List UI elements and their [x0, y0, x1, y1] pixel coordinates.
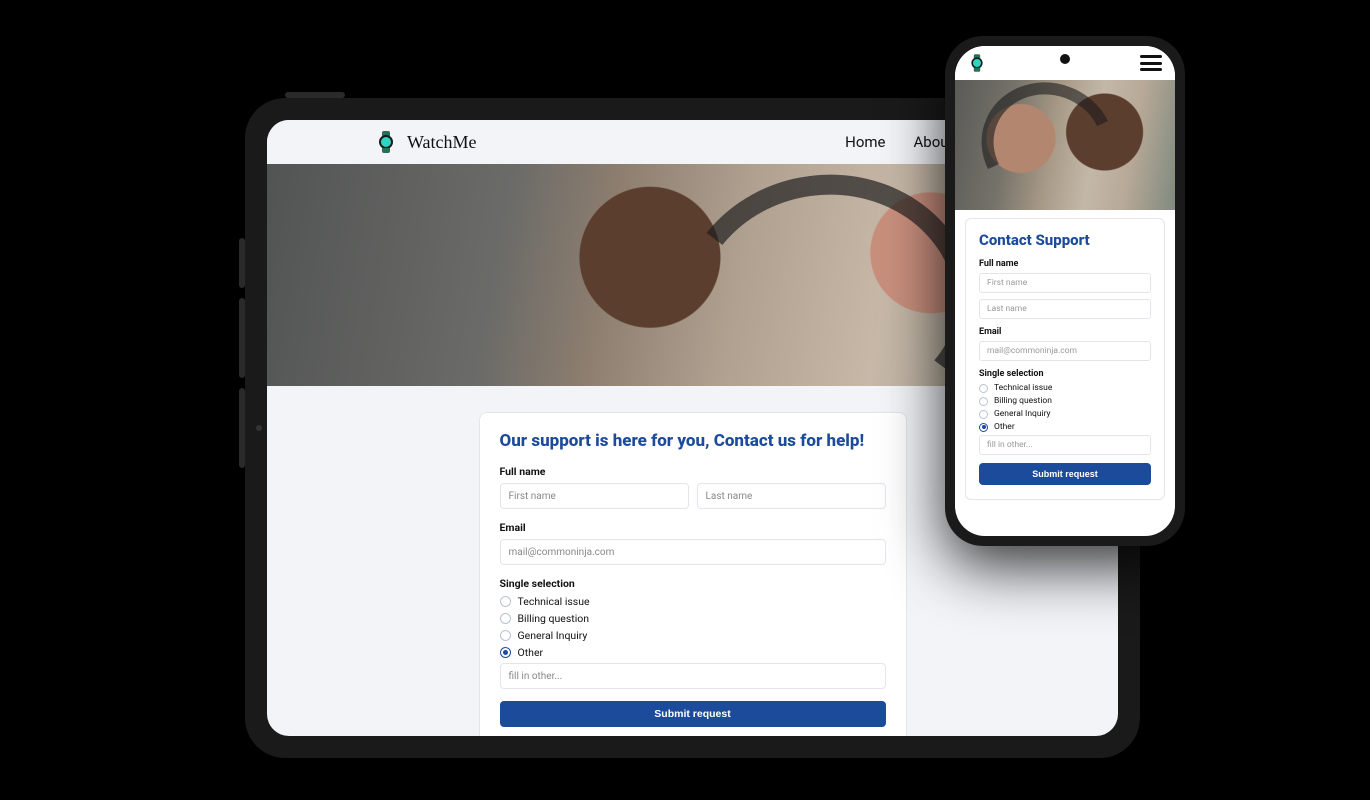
radio-icon	[500, 647, 511, 658]
option-label: Technical issue	[518, 595, 590, 608]
email-group: Email mail@commoninja.com	[500, 521, 886, 565]
email-label: Email	[500, 521, 886, 534]
full-name-group: Full name First name Last name	[979, 259, 1151, 319]
full-name-label: Full name	[500, 465, 886, 478]
tablet-volume-down	[239, 388, 245, 468]
other-input[interactable]: fill in other...	[500, 663, 886, 689]
tablet-power-button	[285, 92, 345, 98]
option-label: General Inquiry	[994, 409, 1051, 419]
option-label: General Inquiry	[518, 629, 588, 642]
option-label: Billing question	[994, 396, 1052, 406]
option-billing[interactable]: Billing question	[979, 396, 1151, 406]
submit-button[interactable]: Submit request	[979, 463, 1151, 485]
single-selection-label: Single selection	[979, 369, 1151, 379]
option-technical[interactable]: Technical issue	[500, 595, 886, 608]
option-other[interactable]: Other	[979, 422, 1151, 432]
contact-form-card: Our support is here for you, Contact us …	[479, 412, 907, 736]
form-heading: Our support is here for you, Contact us …	[500, 431, 886, 451]
option-technical[interactable]: Technical issue	[979, 383, 1151, 393]
option-other[interactable]: Other	[500, 646, 886, 659]
radio-icon	[500, 596, 511, 607]
email-input[interactable]: mail@commoninja.com	[979, 341, 1151, 361]
watch-icon	[377, 131, 395, 153]
option-label: Other	[518, 646, 544, 659]
option-general[interactable]: General Inquiry	[979, 409, 1151, 419]
radio-icon	[979, 423, 988, 432]
first-name-input[interactable]: First name	[979, 273, 1151, 293]
submit-button[interactable]: Submit request	[500, 701, 886, 727]
radio-icon	[979, 410, 988, 419]
radio-icon	[500, 630, 511, 641]
other-input[interactable]: fill in other...	[979, 435, 1151, 455]
hamburger-menu-icon[interactable]	[1140, 55, 1162, 71]
hero-image	[955, 80, 1175, 210]
brand-logo[interactable]: WatchMe	[377, 131, 477, 153]
single-selection-group: Single selection Technical issue Billing…	[979, 369, 1151, 455]
phone-screen: Contact Support Full name First name Las…	[955, 46, 1175, 536]
last-name-input[interactable]: Last name	[697, 483, 886, 509]
contact-form-card: Contact Support Full name First name Las…	[965, 218, 1165, 500]
email-input[interactable]: mail@commoninja.com	[500, 539, 886, 565]
phone-camera	[1060, 54, 1070, 64]
full-name-label: Full name	[979, 259, 1151, 269]
tablet-side-button	[239, 238, 245, 288]
email-group: Email mail@commoninja.com	[979, 327, 1151, 361]
radio-icon	[979, 397, 988, 406]
first-name-input[interactable]: First name	[500, 483, 689, 509]
radio-icon	[979, 384, 988, 393]
option-label: Technical issue	[994, 383, 1052, 393]
radio-icon	[500, 613, 511, 624]
nav-home[interactable]: Home	[845, 133, 885, 151]
watch-icon[interactable]	[970, 54, 984, 72]
option-label: Other	[994, 422, 1015, 432]
tablet-volume-up	[239, 298, 245, 378]
phone-frame: Contact Support Full name First name Las…	[945, 36, 1185, 546]
option-billing[interactable]: Billing question	[500, 612, 886, 625]
single-selection-label: Single selection	[500, 577, 886, 590]
full-name-group: Full name First name Last name	[500, 465, 886, 509]
last-name-input[interactable]: Last name	[979, 299, 1151, 319]
option-label: Billing question	[518, 612, 590, 625]
form-heading: Contact Support	[979, 231, 1151, 249]
tablet-camera	[256, 425, 262, 431]
single-selection-group: Single selection Technical issue Billing…	[500, 577, 886, 689]
email-label: Email	[979, 327, 1151, 337]
brand-name: WatchMe	[407, 132, 477, 153]
option-general[interactable]: General Inquiry	[500, 629, 886, 642]
